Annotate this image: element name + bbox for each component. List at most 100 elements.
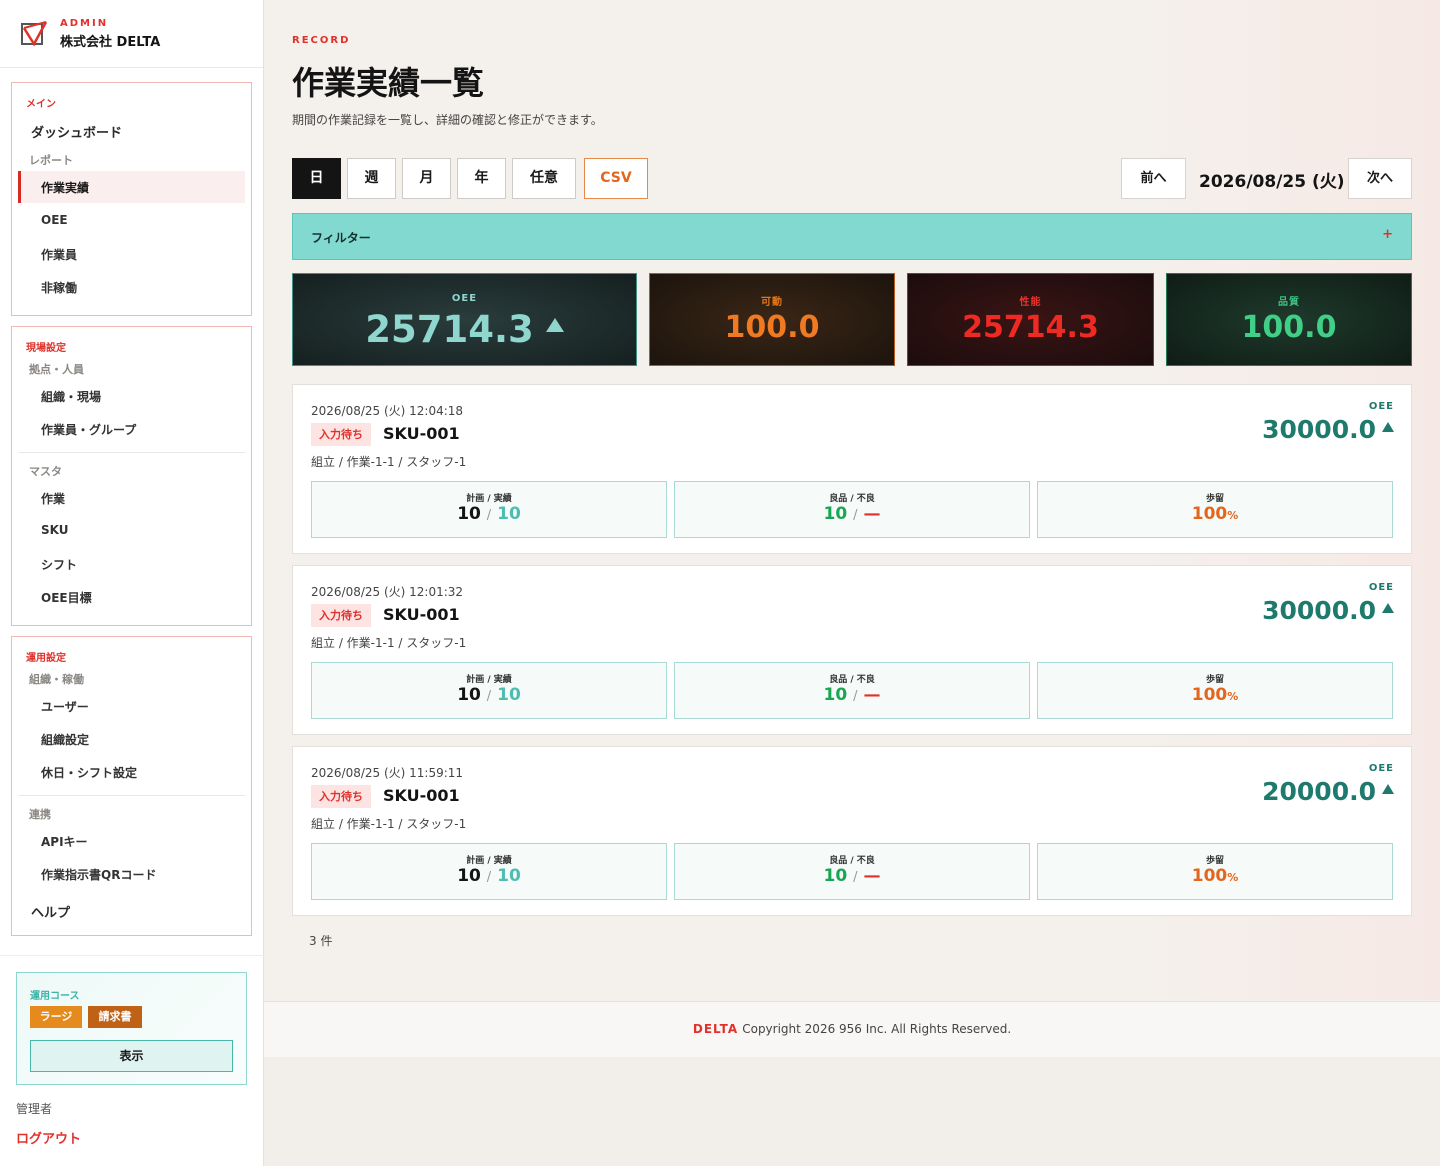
sidebar-item-holiday-shift[interactable]: 休日・シフト設定 (41, 764, 137, 781)
filter-toggle[interactable]: フィルター + (292, 213, 1412, 260)
kpi-performance-card: 性能 25714.3 (907, 273, 1154, 366)
period-day-button[interactable]: 日 (292, 158, 341, 199)
actual-value: 10 (497, 504, 521, 524)
record-sku: SKU-001 (383, 424, 460, 443)
sidebar-item-qr-code[interactable]: 作業指示書QRコード (41, 866, 156, 883)
sidebar-item-org-settings[interactable]: 組織設定 (41, 731, 89, 748)
period-custom-button[interactable]: 任意 (512, 158, 576, 199)
invoice-badge: 請求書 (88, 1006, 142, 1028)
bad-value: — (863, 504, 881, 524)
page-title: 作業実績一覧 (292, 64, 485, 102)
metric-label: 良品 / 不良 (829, 675, 875, 685)
metric-value: 10 / 10 (312, 504, 666, 524)
delta-logo-icon (21, 20, 48, 46)
nav-divider (18, 452, 245, 453)
sidebar-item-help[interactable]: ヘルプ (31, 902, 70, 921)
nav-subheading: 連携 (29, 808, 51, 821)
metric-value: 10 / — (675, 866, 1029, 886)
record-card[interactable]: 2026/08/25 (火) 12:04:18 入力待ち SKU-001 組立 … (292, 384, 1412, 554)
sidebar-item-oee[interactable]: OEE (41, 213, 68, 227)
bad-value: — (863, 685, 881, 705)
yield-value: 100 (1191, 866, 1228, 886)
user-role: 管理者 (16, 1102, 53, 1116)
sidebar-separator (0, 955, 264, 956)
plan-badge: ラージ (30, 1006, 82, 1028)
record-card[interactable]: 2026/08/25 (火) 12:01:32 入力待ち SKU-001 組立 … (292, 565, 1412, 735)
show-course-button[interactable]: 表示 (30, 1040, 233, 1072)
record-card[interactable]: 2026/08/25 (火) 11:59:11 入力待ち SKU-001 組立 … (292, 746, 1412, 916)
sidebar-item-downtime[interactable]: 非稼働 (41, 279, 77, 296)
sidebar-item-sku[interactable]: SKU (41, 523, 68, 537)
period-month-button[interactable]: 月 (402, 158, 451, 199)
nav-subheading: 組織・稼働 (29, 673, 84, 686)
logout-link[interactable]: ログアウト (16, 1128, 81, 1147)
footer-brand: DELTA (692, 1022, 739, 1036)
metric-label: 歩留 (1205, 856, 1224, 866)
record-time: 2026/08/25 (火) 11:59:11 (311, 766, 464, 780)
csv-export-button[interactable]: CSV (584, 158, 648, 199)
sidebar-item-task[interactable]: 作業 (41, 490, 65, 507)
period-week-button[interactable]: 週 (347, 158, 396, 199)
nav-subheading: レポート (29, 154, 73, 167)
record-oee-value: 30000.0 (1262, 415, 1376, 444)
status-badge: 入力待ち (311, 785, 371, 808)
sidebar-item-shift[interactable]: シフト (41, 556, 77, 573)
kpi-value: 100.0 (1241, 310, 1337, 345)
metric-separator: / (853, 508, 858, 523)
footer-copyright: Copyright 2026 956 Inc. All Rights Reser… (742, 1022, 1012, 1036)
kpi-label: 品質 (1278, 297, 1300, 308)
metric-separator: / (853, 870, 858, 885)
record-count: 3 件 (309, 934, 333, 948)
metric-label: 歩留 (1205, 675, 1224, 685)
period-year-button[interactable]: 年 (457, 158, 506, 199)
sidebar-item-workers[interactable]: 作業員 (41, 246, 77, 263)
kpi-quality-card: 品質 100.0 (1166, 273, 1412, 366)
nav-group-main: メイン ダッシュボード レポート 作業実績 OEE 作業員 非稼働 (11, 82, 252, 316)
metric-value: 100% (1038, 504, 1392, 524)
trend-up-icon (1382, 784, 1394, 794)
sidebar-item-dashboard[interactable]: ダッシュボード (31, 122, 122, 141)
metric-value: 10 / — (675, 504, 1029, 524)
nav-group-ops: 運用設定 組織・稼働 ユーザー 組織設定 休日・シフト設定 連携 APIキー 作… (11, 636, 252, 936)
prev-date-button[interactable]: 前へ (1121, 158, 1186, 199)
current-date: 2026/08/25 (火) (1199, 172, 1345, 192)
record-oee-label: OEE (1368, 763, 1394, 774)
sidebar-item-org-site[interactable]: 組織・現場 (41, 388, 101, 405)
kpi-availability-card: 可動 100.0 (649, 273, 895, 366)
record-sku: SKU-001 (383, 786, 460, 805)
kpi-value: 25714.3 (962, 310, 1099, 345)
metric-value: 10 / 10 (312, 866, 666, 886)
kpi-label: 可動 (761, 297, 783, 308)
status-badge: 入力待ち (311, 604, 371, 627)
sidebar-item-records[interactable]: 作業実績 (41, 179, 89, 196)
trend-up-icon (545, 318, 564, 332)
metric-value: 10 / — (675, 685, 1029, 705)
brand[interactable]: ADMIN 株式会社 DELTA (0, 0, 263, 68)
sidebar-item-worker-group[interactable]: 作業員・グループ (41, 421, 136, 438)
kpi-label: 性能 (1019, 297, 1042, 308)
plan-value: 10 (457, 866, 481, 886)
next-date-button[interactable]: 次へ (1348, 158, 1412, 199)
trend-up-icon (1382, 422, 1394, 432)
sidebar-item-users[interactable]: ユーザー (41, 698, 89, 715)
nav-divider (18, 795, 245, 796)
page-description: 期間の作業記録を一覧し、詳細の確認と修正ができます。 (292, 113, 603, 127)
sidebar-item-oee-target[interactable]: OEE目標 (41, 589, 92, 606)
metric-label: 計画 / 実績 (466, 675, 512, 685)
metric-yield: 歩留 100% (1037, 481, 1393, 538)
trend-up-icon (1382, 603, 1394, 613)
metric-value: 100% (1038, 685, 1392, 705)
metric-value: 10 / 10 (312, 685, 666, 705)
sidebar-item-api-keys[interactable]: APIキー (41, 833, 88, 850)
yield-unit: % (1227, 509, 1239, 522)
nav-subheading: マスタ (29, 465, 62, 478)
record-path: 組立 / 作業-1-1 / スタッフ-1 (311, 455, 467, 469)
metric-separator: / (486, 870, 492, 885)
good-value: 10 (823, 685, 848, 705)
plan-value: 10 (457, 685, 481, 705)
kpi-oee-value: 25714.3 (365, 308, 534, 351)
course-panel: 運用コース ラージ 請求書 表示 (16, 972, 247, 1085)
good-value: 10 (823, 866, 848, 886)
metric-label: 良品 / 不良 (829, 856, 875, 866)
metric-plan-actual: 計画 / 実績 10 / 10 (311, 662, 667, 719)
